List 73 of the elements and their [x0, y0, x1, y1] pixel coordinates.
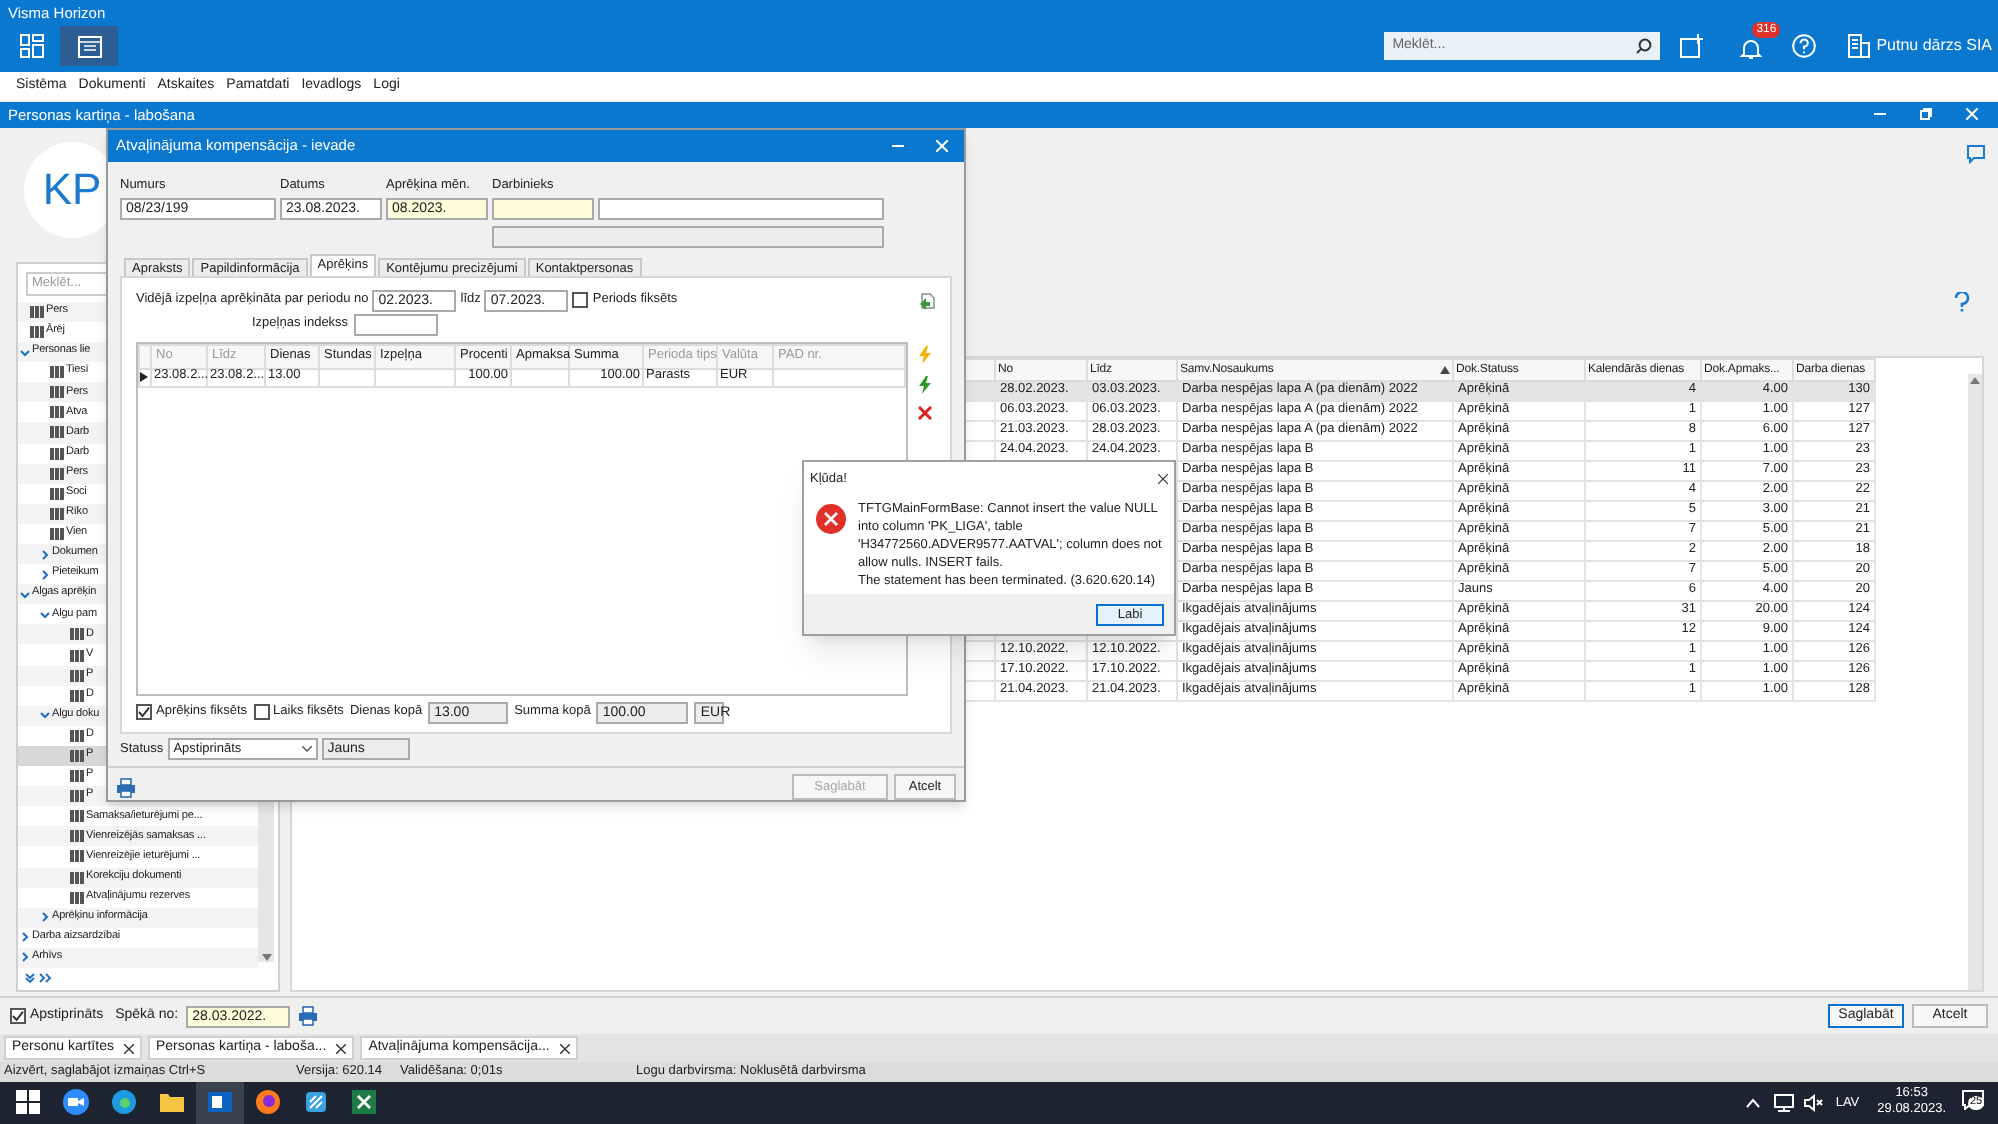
grid-icon: [30, 326, 44, 339]
expand-icon[interactable]: [24, 971, 52, 984]
scroll-down-icon[interactable]: [261, 953, 271, 962]
caret-icon[interactable]: [40, 912, 50, 923]
printer-icon[interactable]: [298, 1006, 319, 1027]
caret-icon[interactable]: [40, 609, 50, 620]
grid-icon: [70, 810, 84, 823]
grid-icon: [50, 527, 64, 540]
printer-icon[interactable]: [116, 777, 136, 797]
grid-icon: [70, 770, 84, 783]
mail-icon[interactable]: [196, 1081, 244, 1124]
notification-icon[interactable]: [1962, 1090, 1984, 1111]
caret-icon[interactable]: [40, 569, 50, 580]
grid-icon: [50, 366, 64, 379]
grid-icon: [50, 426, 64, 439]
grid-icon: [70, 749, 84, 762]
grid-icon: [70, 850, 84, 863]
checkbox[interactable]: [572, 292, 589, 309]
grid-icon: [70, 790, 84, 803]
network-icon[interactable]: [1773, 1093, 1794, 1112]
help-icon[interactable]: [1954, 291, 1970, 312]
close-icon[interactable]: [123, 1043, 134, 1054]
grid-icon: [50, 467, 64, 480]
close-icon[interactable]: [336, 1043, 347, 1054]
error-icon: [816, 503, 846, 534]
grid-icon: [30, 305, 44, 318]
checkbox[interactable]: [10, 1008, 26, 1025]
window-icon[interactable]: [60, 26, 118, 67]
restore-icon[interactable]: [1920, 108, 1932, 121]
search-icon: [1636, 38, 1653, 55]
building-icon[interactable]: [1848, 34, 1871, 59]
minimize-icon[interactable]: [892, 139, 904, 152]
row-pointer-icon: [140, 372, 148, 383]
grid-icon: [50, 507, 64, 520]
grid-icon: [70, 830, 84, 843]
bell-icon[interactable]: [1740, 38, 1763, 61]
caret-icon[interactable]: [40, 549, 50, 560]
employee-code-field[interactable]: [492, 197, 594, 220]
caret-icon[interactable]: [20, 589, 30, 600]
scroll-up-icon[interactable]: [1970, 375, 1980, 384]
minimize-icon[interactable]: [1874, 108, 1886, 121]
caret-icon[interactable]: [20, 932, 30, 943]
caret-icon[interactable]: [40, 710, 50, 721]
grid-icon: [70, 669, 84, 682]
scrollbar[interactable]: [1968, 373, 1982, 990]
company-name[interactable]: Putnu dārzs SIA: [1876, 34, 1992, 59]
checkbox[interactable]: [253, 704, 270, 721]
speaker-muted-icon[interactable]: [1803, 1093, 1824, 1112]
add-window-icon[interactable]: [1680, 34, 1705, 59]
grid-icon: [70, 649, 84, 662]
grid-icon: [50, 487, 64, 500]
chat-icon[interactable]: [1966, 143, 1986, 164]
employee-info-field[interactable]: [492, 225, 884, 248]
checkbox[interactable]: [136, 704, 152, 721]
delete-icon[interactable]: [918, 405, 932, 420]
close-icon[interactable]: [559, 1043, 570, 1054]
grid-icon: [70, 891, 84, 904]
caret-icon[interactable]: [20, 952, 30, 963]
sort-icon: [1440, 365, 1450, 374]
employee-name-field[interactable]: [598, 197, 884, 220]
grid-icon: [50, 447, 64, 460]
grid-icon: [50, 386, 64, 399]
close-icon[interactable]: [1158, 474, 1168, 485]
chevron-down-icon: [301, 746, 312, 752]
grid-icon: [70, 689, 84, 702]
refresh-icon[interactable]: [918, 291, 936, 310]
grid-icon: [50, 406, 64, 419]
grid-icon: [70, 729, 84, 742]
grid-icon: [70, 628, 84, 641]
grid-icon: [70, 871, 84, 884]
caret-icon[interactable]: [20, 347, 30, 358]
index-field[interactable]: [354, 313, 439, 336]
chevron-up-icon[interactable]: [1745, 1097, 1760, 1108]
